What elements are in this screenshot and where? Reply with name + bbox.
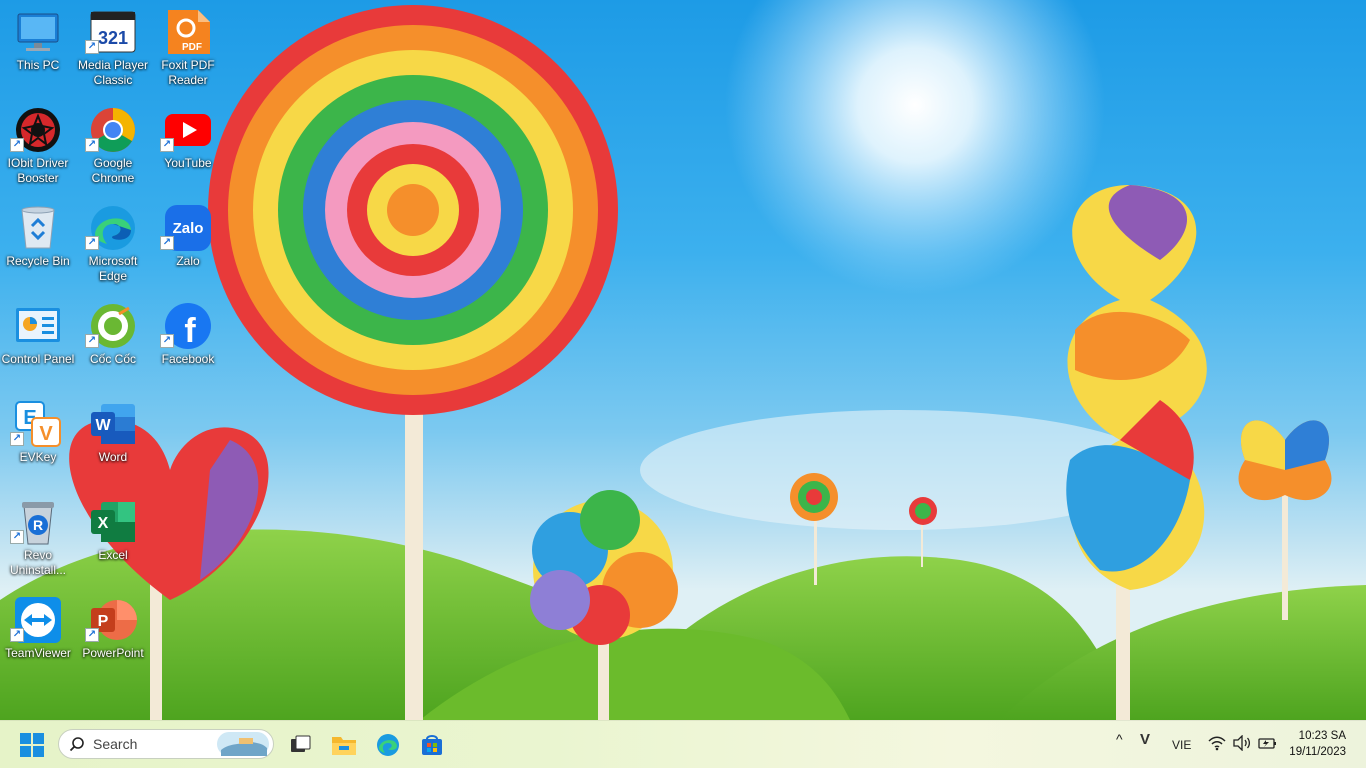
search-placeholder: Search [93,736,138,752]
shortcut-arrow-icon: ↗ [85,334,99,348]
desktop-icon-label: Facebook [161,352,215,366]
language-label: VIE [1172,738,1192,752]
desktop-icon-this-pc[interactable]: This PC [0,4,76,100]
taskbar: Search ^ V VIE 10:23 SA 19/11/2023 [0,720,1366,768]
desktop-icon-google-chrome[interactable]: ↗ Google Chrome [75,102,151,198]
desktop-icon-foxit-pdf-reader[interactable]: PDF Foxit PDF Reader [150,4,226,100]
start-icon [20,733,44,757]
desktop-icon-label: Microsoft Edge [88,254,138,283]
shortcut-arrow-icon: ↗ [10,138,24,152]
clock-time: 10:23 SA [1298,730,1346,742]
excel-text: X [98,515,109,532]
search-box[interactable]: Search [58,729,274,759]
clock[interactable]: 10:23 SA 19/11/2023 [1289,728,1346,760]
search-highlight-icon [217,732,269,756]
desktop-icon-media-player-classic[interactable]: 321 ↗ Media Player Classic [75,4,151,100]
network-button[interactable] [1208,735,1226,754]
desktop-icon-label: EVKey [19,450,57,464]
shortcut-arrow-icon: ↗ [160,334,174,348]
desktop-icon-zalo[interactable]: Zalo ↗ Zalo [150,200,226,296]
file-explorer-icon [332,737,356,755]
desktop-icon-label: PowerPoint [82,646,144,660]
facebook-text: f [184,312,196,350]
desktop-icon-coc-coc[interactable]: ↗ Cốc Cốc [75,298,151,394]
excel-icon: X [89,498,137,546]
powerpoint-text: P [98,613,109,630]
microsoft-store-button[interactable] [412,725,452,765]
desktop-icon-label: Cốc Cốc [89,352,136,366]
shortcut-arrow-icon: ↗ [85,40,99,54]
chevron-up-icon: ^ [1116,731,1123,747]
monitor-icon [14,8,62,56]
shortcut-arrow-icon: ↗ [85,138,99,152]
file-explorer-button[interactable] [324,725,364,765]
desktop-icon-facebook[interactable]: f ↗ Facebook [150,298,226,394]
desktop-icon-label: YouTube [164,156,212,170]
pdf-icon: PDF [164,8,212,56]
desktop-icon-youtube[interactable]: ↗ YouTube [150,102,226,198]
desktop-icon-label: Control Panel [1,352,75,366]
shortcut-arrow-icon: ↗ [85,236,99,250]
desktop-icon-powerpoint[interactable]: P ↗ PowerPoint [75,592,151,688]
desktop-icon-label: Foxit PDF Reader [161,58,215,87]
media-player-text: 321 [98,28,128,48]
search-icon [69,737,84,752]
shortcut-arrow-icon: ↗ [10,432,24,446]
volume-button[interactable] [1233,734,1251,754]
recycle-bin-icon [14,204,62,252]
desktop-icon-excel[interactable]: X Excel [75,494,151,590]
desktop-icon-label: This PC [16,58,60,72]
shortcut-arrow-icon: ↗ [10,530,24,544]
evkey-tray-button[interactable]: V [1140,731,1150,748]
clock-date: 19/11/2023 [1289,746,1346,758]
desktop-icon-label: TeamViewer [5,646,71,660]
shortcut-arrow-icon: ↗ [160,138,174,152]
desktop-icon-iobit-driver-booster[interactable]: ↗ IObit Driver Booster [0,102,76,198]
desktop-icon-label: Excel [98,548,128,562]
task-view-icon [291,735,311,752]
word-text: W [95,417,111,434]
volume-icon [1233,734,1251,752]
desktop-icon-control-panel[interactable]: Control Panel [0,298,76,394]
edge-icon [377,734,399,756]
start-button[interactable] [12,725,52,765]
shortcut-arrow-icon: ↗ [160,236,174,250]
desktop-icon-word[interactable]: W Word [75,396,151,492]
zalo-text: Zalo [173,220,204,237]
task-view-button[interactable] [280,725,320,765]
evkey-v-text: V [39,423,53,445]
battery-button[interactable] [1258,735,1278,754]
language-indicator[interactable]: VIE [1172,738,1191,752]
desktop-icon-teamviewer[interactable]: ↗ TeamViewer [0,592,76,688]
show-hidden-icons-button[interactable]: ^ [1116,731,1123,747]
desktop-icon-recycle-bin[interactable]: Recycle Bin [0,200,76,296]
pdf-text: PDF [182,42,202,53]
desktop-icon-microsoft-edge[interactable]: ↗ Microsoft Edge [75,200,151,296]
desktop-icon-label: Media Player Classic [77,58,149,87]
wifi-icon [1208,736,1226,751]
store-icon [422,735,442,755]
revo-text: R [33,517,43,533]
desktop-icon-label: Google Chrome [91,156,135,185]
control-panel-icon [14,302,62,350]
desktop-icon-label: Recycle Bin [6,254,70,268]
desktop-icon-label: Word [98,450,128,464]
evkey-tray-icon: V [1140,731,1151,748]
battery-icon [1258,738,1276,749]
edge-taskbar-button[interactable] [368,725,408,765]
desktop-icon-revo-uninstaller[interactable]: R ↗ Revo Uninstall... [0,494,76,590]
shortcut-arrow-icon: ↗ [85,628,99,642]
word-icon: W [89,400,137,448]
shortcut-arrow-icon: ↗ [10,628,24,642]
desktop-icon-label: Revo Uninstall... [9,548,67,577]
desktop-icon-label: Zalo [176,254,200,268]
desktop-icon-label: IObit Driver Booster [7,156,69,185]
desktop-icon-evkey[interactable]: EV ↗ EVKey [0,396,76,492]
